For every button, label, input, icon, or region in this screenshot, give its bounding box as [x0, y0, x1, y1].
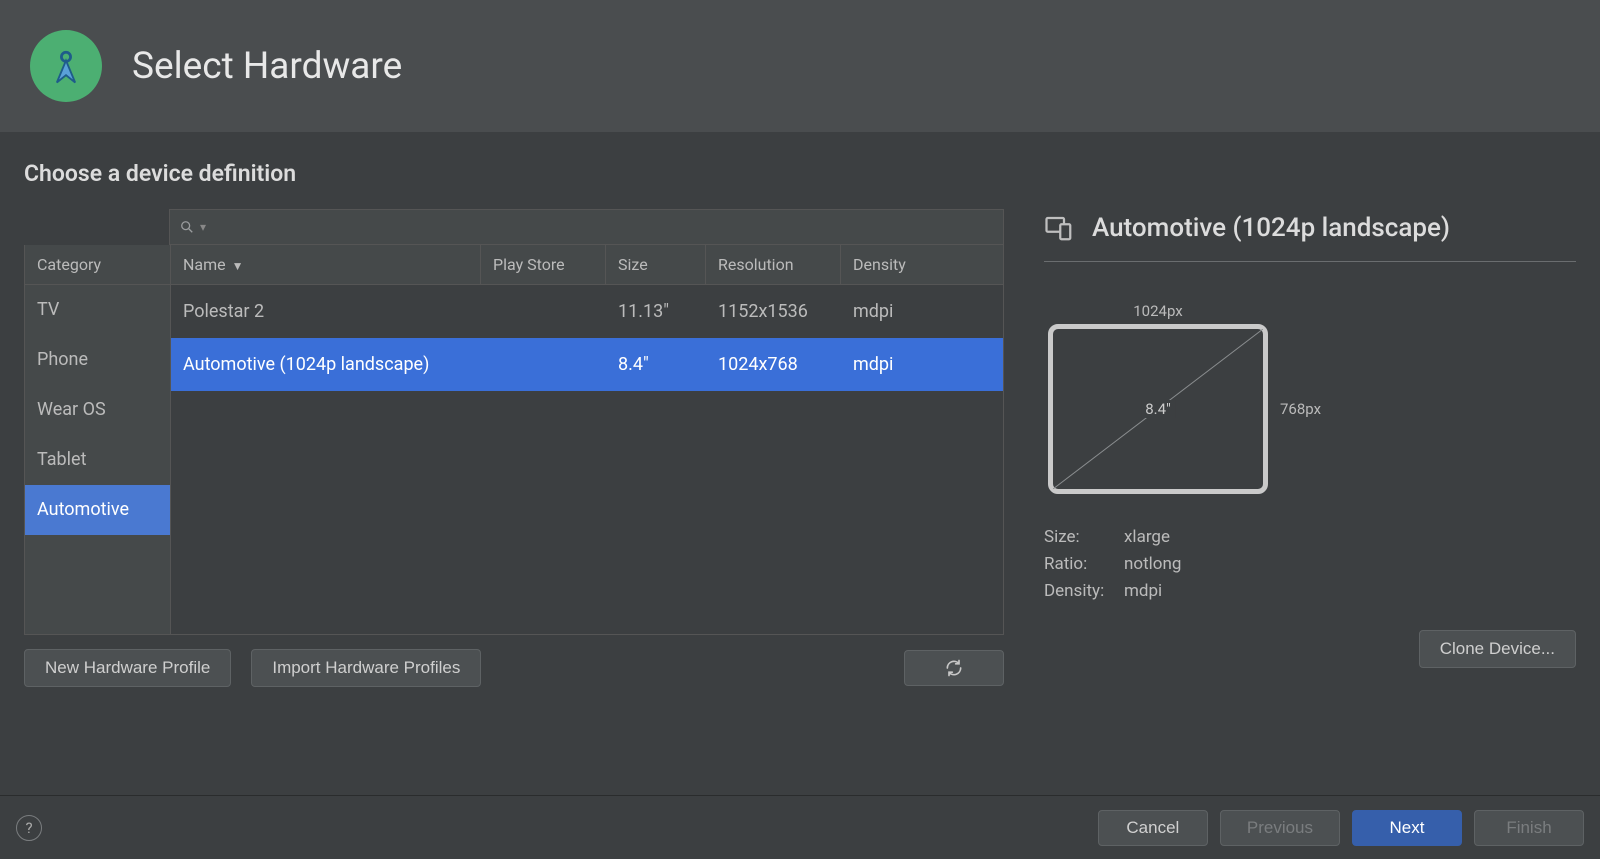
cell-density: mdpi	[841, 338, 1003, 391]
search-input[interactable]	[212, 219, 993, 236]
dialog-title: Select Hardware	[132, 45, 402, 88]
device-preview-diagram: 1024px 8.4" 768px	[1048, 302, 1348, 494]
cell-name: Automotive (1024p landscape)	[171, 338, 481, 391]
device-height-label: 768px	[1280, 400, 1321, 418]
left-pane: ▾ Category TV Phone Wear OS Tablet Autom…	[24, 209, 1004, 687]
sort-desc-icon: ▼	[232, 259, 244, 273]
clone-device-button[interactable]: Clone Device...	[1419, 630, 1576, 668]
previous-button[interactable]: Previous	[1220, 810, 1340, 846]
category-list: Category TV Phone Wear OS Tablet Automot…	[25, 245, 170, 634]
table-header-row: Name▼ Play Store Size Resolution Density	[171, 245, 1003, 285]
cell-play-store	[481, 285, 606, 338]
dialog-header: Select Hardware	[0, 0, 1600, 132]
preview-device-name: Automotive (1024p landscape)	[1092, 213, 1450, 243]
device-specs: Size:xlarge Ratio:notlong Density:mdpi	[1044, 524, 1576, 606]
dialog-footer: ? Cancel Previous Next Finish	[0, 795, 1600, 859]
preview-pane: Automotive (1024p landscape) 1024px 8.4"…	[1044, 209, 1576, 687]
column-header-play-store[interactable]: Play Store	[481, 245, 606, 284]
device-table: Name▼ Play Store Size Resolution Density…	[170, 245, 1003, 634]
search-dropdown-caret-icon[interactable]: ▾	[200, 220, 206, 234]
help-button[interactable]: ?	[16, 815, 42, 841]
action-row: New Hardware Profile Import Hardware Pro…	[24, 649, 1004, 687]
finish-button[interactable]: Finish	[1474, 810, 1584, 846]
category-item-automotive[interactable]: Automotive	[25, 485, 170, 535]
refresh-icon	[944, 658, 964, 678]
cell-name: Polestar 2	[171, 285, 481, 338]
next-button[interactable]: Next	[1352, 810, 1462, 846]
cell-density: mdpi	[841, 285, 1003, 338]
device-outline: 8.4"	[1048, 324, 1268, 494]
column-header-size[interactable]: Size	[606, 245, 706, 284]
column-header-resolution[interactable]: Resolution	[706, 245, 841, 284]
spec-size-value: xlarge	[1124, 527, 1170, 547]
cell-resolution: 1024x768	[706, 338, 841, 391]
compass-icon	[44, 44, 88, 88]
category-item-phone[interactable]: Phone	[25, 335, 170, 385]
device-width-label: 1024px	[1048, 302, 1268, 320]
column-header-name[interactable]: Name▼	[171, 245, 481, 284]
cell-play-store	[481, 338, 606, 391]
main-content: Choose a device definition ▾ Category TV…	[0, 132, 1600, 795]
android-studio-logo	[30, 30, 102, 102]
cancel-button[interactable]: Cancel	[1098, 810, 1208, 846]
table-row[interactable]: Automotive (1024p landscape) 8.4" 1024x7…	[171, 338, 1003, 391]
import-hardware-profiles-button[interactable]: Import Hardware Profiles	[251, 649, 481, 687]
refresh-button[interactable]	[904, 650, 1004, 686]
category-item-tv[interactable]: TV	[25, 285, 170, 335]
category-item-wear-os[interactable]: Wear OS	[25, 385, 170, 435]
search-icon	[180, 220, 194, 234]
spec-size-label: Size:	[1044, 524, 1124, 551]
devices-icon	[1044, 213, 1074, 243]
spec-ratio-label: Ratio:	[1044, 551, 1124, 578]
search-box[interactable]: ▾	[169, 209, 1004, 245]
spec-density-value: mdpi	[1124, 581, 1162, 601]
question-mark-icon: ?	[25, 819, 32, 837]
device-diagonal-label: 8.4"	[1141, 400, 1175, 418]
table-row[interactable]: Polestar 2 11.13" 1152x1536 mdpi	[171, 285, 1003, 338]
category-item-tablet[interactable]: Tablet	[25, 435, 170, 485]
cell-size: 11.13"	[606, 285, 706, 338]
spec-ratio-value: notlong	[1124, 554, 1181, 574]
spec-density-label: Density:	[1044, 578, 1124, 605]
new-hardware-profile-button[interactable]: New Hardware Profile	[24, 649, 231, 687]
column-header-density[interactable]: Density	[841, 245, 1003, 284]
category-column-header: Category	[25, 245, 170, 285]
section-subtitle: Choose a device definition	[24, 160, 1576, 187]
cell-size: 8.4"	[606, 338, 706, 391]
cell-resolution: 1152x1536	[706, 285, 841, 338]
